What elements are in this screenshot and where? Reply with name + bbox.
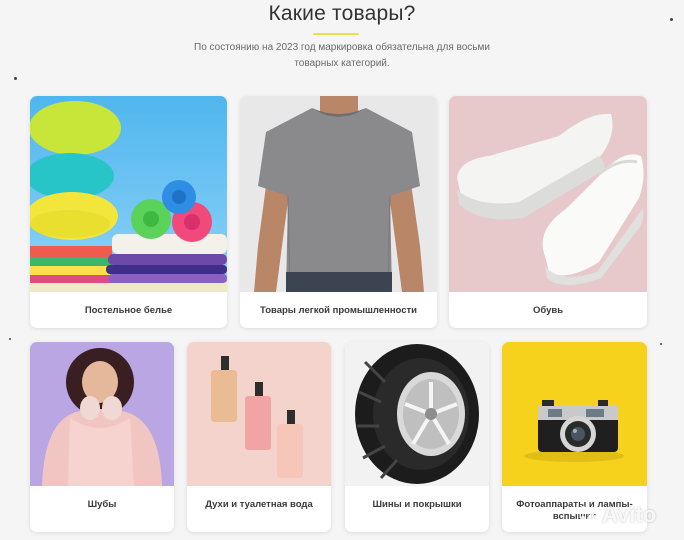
category-label: Товары легкой промышленности: [259, 305, 418, 316]
sneakers-photo: [449, 96, 647, 292]
avito-watermark: Avito: [577, 500, 682, 530]
avito-logo-icon: [579, 506, 597, 524]
category-label: Обувь: [532, 305, 564, 316]
category-card-bedding[interactable]: Постельное белье: [30, 96, 227, 328]
speck: [660, 343, 662, 345]
bedding-photo: [30, 96, 227, 292]
page-subtitle: По состоянию на 2023 год маркировка обяз…: [194, 42, 490, 69]
category-card-shoes[interactable]: Обувь: [449, 96, 647, 328]
title-underline: [313, 33, 359, 35]
category-label: Шины и покрышки: [372, 499, 462, 510]
category-label: Постельное белье: [84, 305, 173, 316]
tire-photo: [345, 342, 489, 486]
tshirt-photo: [240, 96, 437, 292]
camera-photo: [502, 342, 647, 486]
speck: [9, 338, 11, 340]
category-card-tires[interactable]: Шины и покрышки: [345, 342, 489, 532]
category-card-perfume[interactable]: Духи и туалетная вода: [187, 342, 331, 532]
page-title: Какие товары?: [268, 2, 416, 25]
perfume-photo: [187, 342, 331, 486]
watermark-text: Avito: [602, 502, 657, 527]
category-label: Духи и туалетная вода: [205, 499, 313, 510]
category-card-fur[interactable]: Шубы: [30, 342, 174, 532]
speck: [14, 77, 17, 80]
fur-coat-photo: [30, 342, 174, 486]
category-label: Шубы: [87, 499, 117, 510]
category-card-light-industry[interactable]: Товары легкой промышленности: [240, 96, 437, 328]
